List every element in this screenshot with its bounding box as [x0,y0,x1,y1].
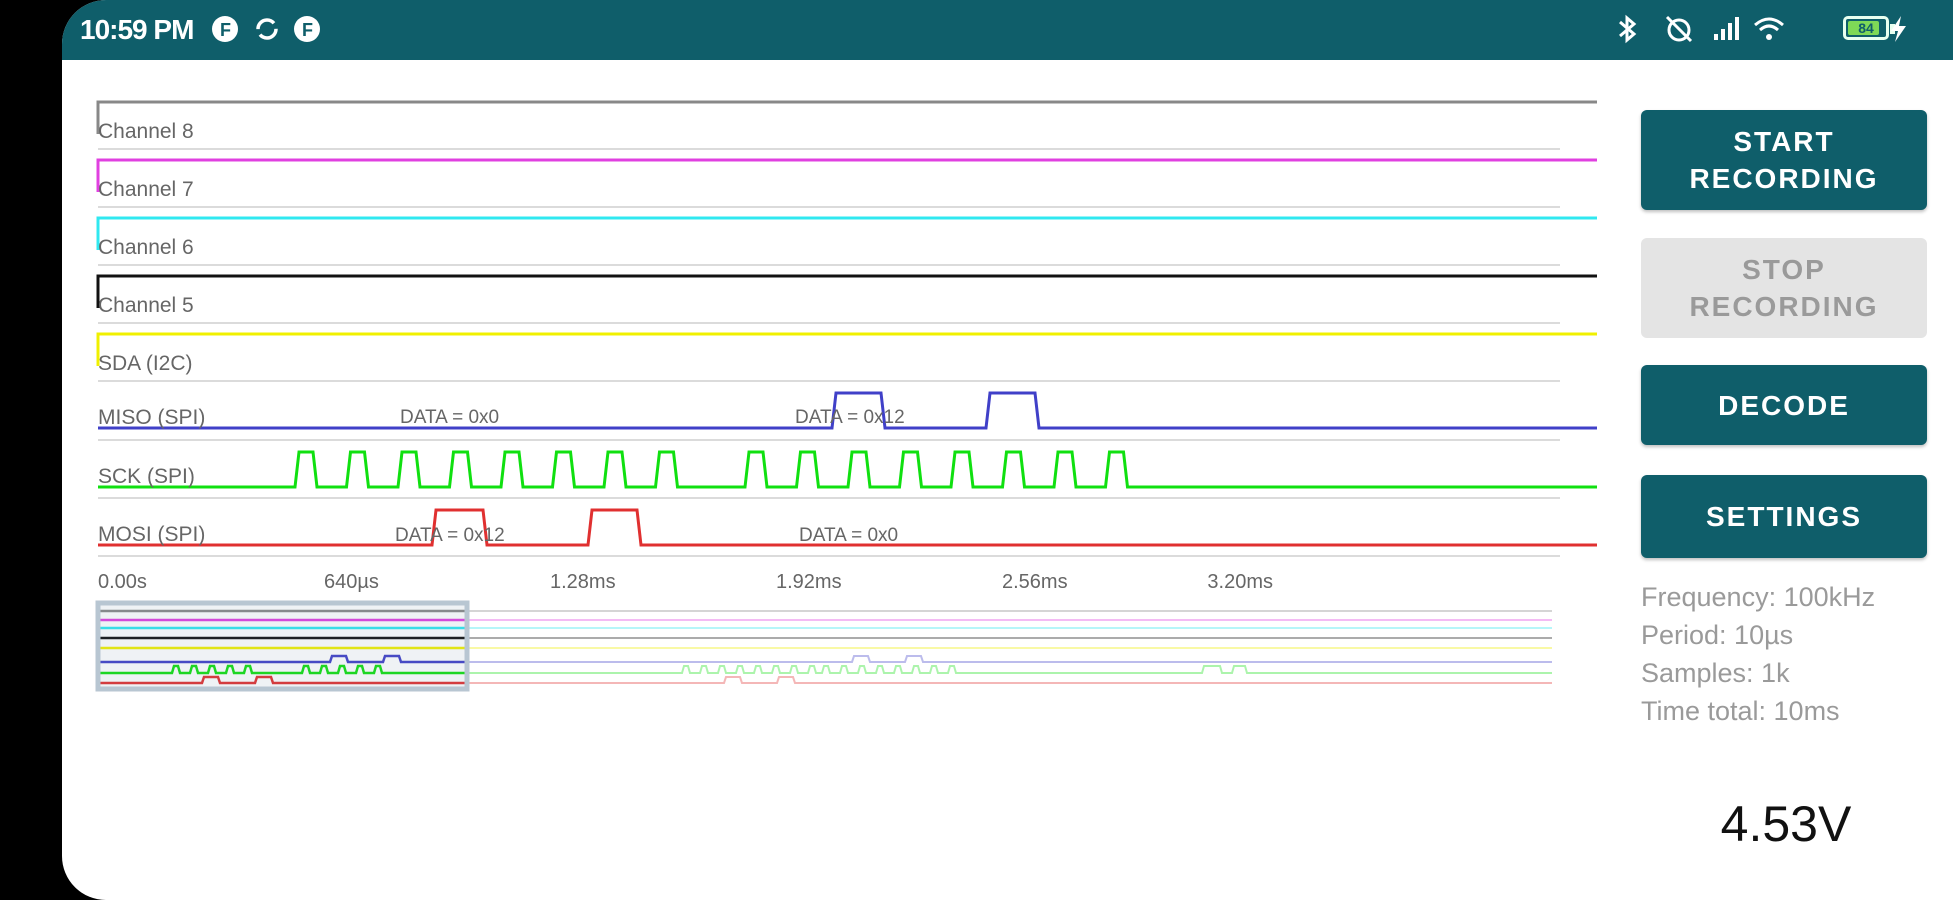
trace-channel-5 [96,274,1597,308]
channel-label: Channel 7 [98,178,194,201]
status-bar: 10:59 PM F F 84 [62,0,1953,60]
frequency-text: Frequency: 100kHz [1641,582,1876,612]
overview-sck-faded [467,665,1552,674]
settings-button[interactable]: SETTINGS [1641,475,1927,558]
wifi-icon [1754,17,1784,40]
overview-viewport[interactable] [95,600,470,692]
app-screen: 10:59 PM F F 84 Channel 8 Channel 7 Chan… [62,0,1953,900]
channel-label: Channel 6 [98,236,194,259]
time-axis-tick: 1.28ms [550,571,616,593]
channel-label: SCK (SPI) [98,465,195,488]
stop-recording-label: STOP RECORDING [1689,254,1879,322]
channel-label: MISO (SPI) [98,406,205,429]
period-text: Period: 10µs [1641,620,1794,650]
time-axis-tick: 3.20ms [1207,571,1273,593]
trace-sck-spi [98,450,1597,489]
trace-channel-6 [96,216,1597,250]
stop-recording-button[interactable]: STOP RECORDING [1641,238,1927,338]
notification-f-icon: F [294,16,320,42]
trace-sda-i2c- [96,332,1597,366]
miso-data-annotation: DATA = 0x0 [400,407,499,428]
decode-button[interactable]: DECODE [1641,365,1927,445]
time-total-text: Time total: 10ms [1641,696,1840,726]
channel-label: SDA (I2C) [98,352,193,375]
overview-miso-faded [467,655,1552,663]
svg-text:F: F [220,20,231,40]
decode-label: DECODE [1718,389,1850,421]
time-axis-tick: 2.56ms [1002,571,1068,593]
time-axis-tick: 0.00s [98,571,147,593]
alarm-off-icon [1665,15,1693,43]
mosi-data-annotation: DATA = 0x12 [395,525,505,546]
control-panel: START RECORDING STOP RECORDING DECODE SE… [1631,60,1953,900]
sync-icon [256,18,278,40]
capture-info: Frequency: 100kHz Period: 10µs Samples: … [1641,578,1875,730]
channel-label: Channel 5 [98,294,194,317]
start-recording-button[interactable]: START RECORDING [1641,110,1927,210]
signal-icon [1714,17,1739,40]
trace-channel-7 [96,158,1597,192]
logic-analyzer-view[interactable]: Channel 8 Channel 7 Channel 6 Channel 5 SDA … [62,60,1622,900]
settings-label: SETTINGS [1705,501,1862,532]
time-axis-tick: 640µs [324,571,379,593]
trace-channel-8 [96,100,1597,134]
start-recording-label: START RECORDING [1689,126,1879,194]
svg-text:F: F [302,20,313,40]
battery-label: 84 [1858,20,1874,36]
miso-data-annotation: DATA = 0x12 [795,407,905,428]
charging-icon [1891,16,1906,42]
bluetooth-icon [1619,14,1637,44]
channel-label: Channel 8 [98,120,194,143]
channel-label: MOSI (SPI) [98,523,205,546]
samples-text: Samples: 1k [1641,658,1790,688]
time-axis-tick: 1.92ms [776,571,842,593]
overview-mosi-faded [467,676,1552,684]
voltage-readout: 4.53V [1720,796,1852,852]
status-time: 10:59 PM [80,14,194,45]
mosi-data-annotation: DATA = 0x0 [799,525,898,546]
notification-f-icon: F [212,16,238,42]
